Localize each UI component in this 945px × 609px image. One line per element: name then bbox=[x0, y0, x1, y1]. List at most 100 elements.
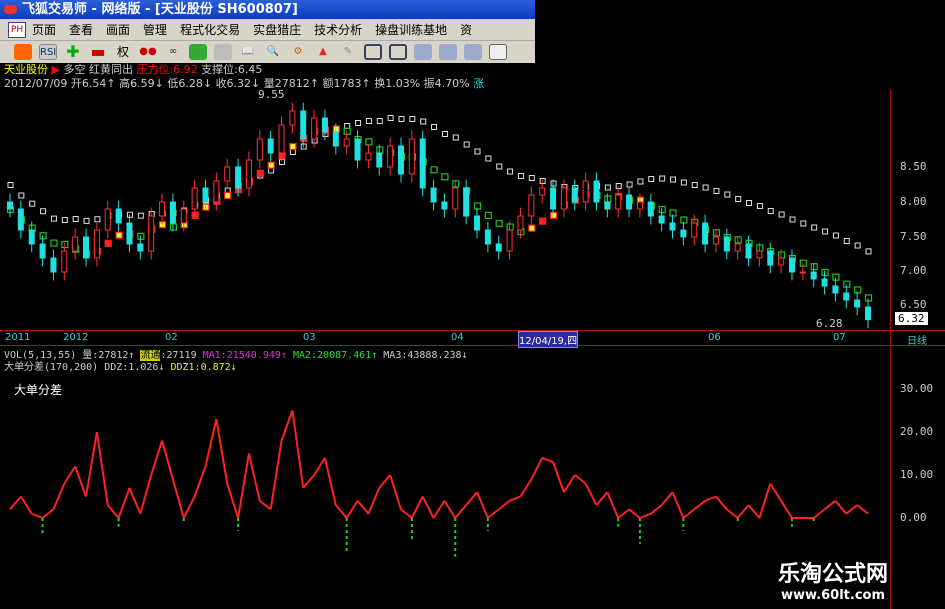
menu-item[interactable]: 画面 bbox=[106, 23, 130, 37]
menu-item[interactable]: 资 bbox=[460, 23, 472, 37]
ddz-line-segment bbox=[117, 487, 131, 519]
ddz-line-segment bbox=[758, 483, 772, 519]
ma-short-marker bbox=[560, 201, 568, 209]
ma-short-marker bbox=[148, 225, 156, 233]
zoom-out-icon[interactable]: ▬ bbox=[89, 44, 107, 60]
ma-short-marker bbox=[202, 203, 210, 211]
ddz-line-segment bbox=[182, 496, 196, 519]
alert-icon[interactable]: ⚙ bbox=[289, 44, 307, 60]
ma-long-marker bbox=[83, 217, 90, 224]
ma-short-marker bbox=[93, 247, 101, 256]
ddz-line-segment bbox=[378, 474, 391, 489]
search-icon[interactable]: 🔍 bbox=[264, 44, 282, 60]
rights-button[interactable]: 权 bbox=[114, 44, 132, 60]
ma-long-marker bbox=[615, 183, 622, 189]
menu-item[interactable]: 程式化交易 bbox=[180, 23, 240, 37]
compare-icon[interactable]: ●● bbox=[139, 44, 157, 60]
menu-item[interactable]: 技术分析 bbox=[314, 23, 362, 37]
ma-short-marker bbox=[734, 236, 742, 244]
ma-long-marker bbox=[691, 182, 698, 188]
ma-long-marker bbox=[202, 197, 209, 204]
date-tick: 06 bbox=[708, 332, 721, 343]
candle-body bbox=[72, 236, 79, 252]
candle-body bbox=[484, 229, 491, 245]
ma-long-marker bbox=[702, 184, 709, 191]
minute-icon[interactable] bbox=[464, 44, 482, 60]
watermark-name: 乐淘公式网 bbox=[778, 562, 889, 587]
candle-body bbox=[39, 243, 46, 259]
kline-icon[interactable] bbox=[439, 44, 457, 60]
ma-short-marker bbox=[636, 196, 645, 204]
ma-long-marker bbox=[865, 248, 872, 255]
chart-icon[interactable] bbox=[189, 44, 207, 60]
ddz-line-segment bbox=[454, 504, 467, 519]
ddz-line-segment bbox=[726, 508, 739, 519]
ma-short-marker bbox=[158, 221, 167, 229]
candle-body bbox=[300, 110, 307, 140]
ma-short-marker bbox=[104, 239, 112, 247]
rsi-button[interactable]: RSI bbox=[39, 44, 57, 60]
ma-short-marker bbox=[234, 186, 243, 194]
trend-icon[interactable] bbox=[489, 44, 507, 60]
ma-short-marker bbox=[658, 205, 666, 214]
candle-body bbox=[289, 110, 296, 126]
ddz-line-segment bbox=[20, 495, 33, 515]
ma-short-marker bbox=[539, 217, 547, 225]
ddz-name: 大单分差(170,200) bbox=[4, 362, 99, 373]
window-icon[interactable] bbox=[414, 44, 432, 60]
split-horizontal-icon[interactable] bbox=[364, 44, 382, 60]
ma-short-marker bbox=[213, 197, 221, 205]
ma-short-marker bbox=[354, 135, 362, 144]
menu-item[interactable]: 操盘训练基地 bbox=[375, 23, 447, 37]
menu-item[interactable]: 管理 bbox=[143, 23, 167, 37]
ddz-line-segment bbox=[813, 508, 826, 519]
ddz-line-segment bbox=[650, 504, 663, 515]
ddz-line-segment bbox=[31, 512, 43, 519]
ma-short-marker bbox=[463, 187, 471, 195]
zoom-in-icon[interactable]: ✚ bbox=[64, 44, 82, 60]
ma-long-marker bbox=[778, 211, 785, 218]
print-icon[interactable] bbox=[214, 44, 232, 60]
ma-long-marker bbox=[105, 212, 112, 219]
current-price-tag: 6.32 bbox=[895, 312, 928, 325]
book-icon[interactable]: 📖 bbox=[239, 44, 257, 60]
ma-long-marker bbox=[137, 212, 144, 219]
ma-short-marker bbox=[39, 232, 47, 240]
indicator-tick: 10.00 bbox=[900, 468, 934, 481]
price-tick: 6.50 bbox=[900, 298, 927, 311]
ma-long-marker bbox=[300, 143, 307, 150]
candle-body bbox=[126, 222, 133, 245]
candle-body bbox=[788, 257, 795, 273]
ma-short-marker bbox=[191, 211, 199, 219]
ma-short-marker bbox=[267, 161, 275, 169]
ma-long-marker bbox=[593, 183, 600, 189]
refresh-icon[interactable] bbox=[14, 44, 32, 60]
ma-long-marker bbox=[463, 141, 470, 148]
ma-short-marker bbox=[593, 191, 601, 200]
period-label[interactable]: 日线 bbox=[907, 332, 927, 347]
ddz-line-segment bbox=[161, 440, 174, 480]
ddz-line-segment bbox=[671, 491, 685, 519]
ma-short-marker bbox=[680, 216, 688, 224]
ma-short-marker bbox=[756, 244, 764, 252]
ma-long-marker bbox=[311, 137, 318, 144]
ddz-line-segment bbox=[530, 457, 544, 480]
glasses-icon[interactable]: ∞ bbox=[164, 44, 182, 60]
split-vertical-icon[interactable] bbox=[389, 44, 407, 60]
menu-item[interactable]: 查看 bbox=[69, 23, 93, 37]
ma-short-marker bbox=[397, 153, 406, 161]
candle-body bbox=[397, 145, 404, 175]
bell-icon[interactable]: ▲ bbox=[314, 44, 332, 60]
ddz-line-segment bbox=[693, 500, 706, 511]
ma-short-marker bbox=[419, 158, 427, 166]
ma-short-marker bbox=[669, 209, 677, 217]
ma-short-marker bbox=[843, 280, 851, 288]
pressure-level: 压力位:6.92 bbox=[136, 63, 198, 76]
ma-long-marker bbox=[431, 124, 438, 130]
app-logo-icon[interactable]: PH bbox=[8, 22, 26, 38]
pen-icon[interactable]: ✎ bbox=[339, 44, 357, 60]
menu-item[interactable]: 页面 bbox=[32, 23, 56, 37]
date-tick: 04 bbox=[451, 332, 464, 343]
ma-short-marker bbox=[180, 221, 188, 229]
menu-item[interactable]: 实盘猎庄 bbox=[253, 23, 301, 37]
